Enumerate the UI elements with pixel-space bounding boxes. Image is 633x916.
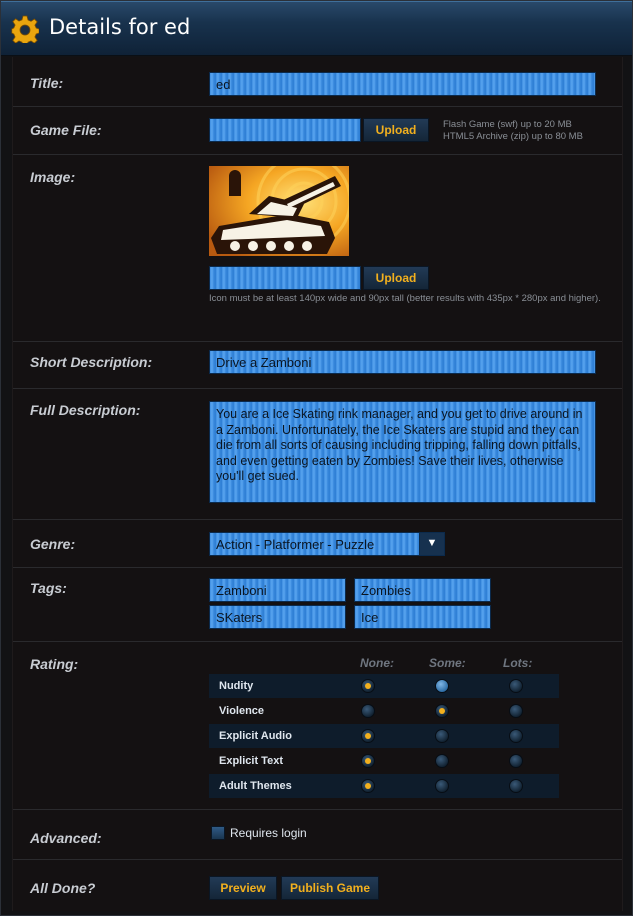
preview-button[interactable]: Preview: [209, 876, 277, 900]
selected-dot-icon: [365, 783, 371, 789]
game-file-upload-button[interactable]: Upload: [363, 118, 429, 142]
title-row: Title: ed: [13, 57, 622, 107]
selected-dot-icon: [439, 708, 445, 714]
nudity-some-radio[interactable]: [435, 679, 449, 693]
requires-login-checkbox[interactable]: [211, 826, 225, 840]
nudity-lots-radio[interactable]: [509, 679, 523, 693]
rating-column-some: Some:: [429, 656, 466, 670]
gear-icon: [11, 15, 39, 43]
selected-dot-icon: [365, 758, 371, 764]
game-file-label: Game File:: [30, 122, 102, 138]
publish-game-button[interactable]: Publish Game: [281, 876, 379, 900]
genre-row: Genre: Action - Platformer - Puzzle ▼: [13, 520, 622, 568]
tag-input-2[interactable]: Zombies: [354, 578, 491, 602]
tags-label: Tags:: [30, 580, 67, 596]
rating-row-violence: Violence: [209, 699, 559, 723]
rating-column-lots: Lots:: [503, 656, 533, 670]
header-bar: Details for ed: [1, 1, 632, 56]
details-window: Details for ed Title: ed Game File: Uplo…: [0, 0, 633, 916]
rating-row-label: Explicit Text: [219, 755, 283, 767]
tag-input-4[interactable]: Ice: [354, 605, 491, 629]
image-row: Image: Upload Icon must be at least 140p…: [13, 155, 622, 342]
adult-themes-some-radio[interactable]: [435, 779, 449, 793]
rating-row-explicit-text: Explicit Text: [209, 749, 559, 773]
violence-lots-radio[interactable]: [509, 704, 523, 718]
rating-row-explicit-audio: Explicit Audio: [209, 724, 559, 748]
image-upload-button[interactable]: Upload: [363, 266, 429, 290]
genre-select[interactable]: Action - Platformer - Puzzle ▼: [209, 532, 445, 556]
title-label: Title:: [30, 75, 64, 91]
advanced-label: Advanced:: [30, 830, 102, 846]
tag-input-3[interactable]: SKaters: [209, 605, 346, 629]
chevron-down-icon[interactable]: ▼: [419, 533, 444, 555]
rating-row-label: Nudity: [219, 680, 254, 692]
game-file-input[interactable]: [209, 118, 361, 142]
all-done-label: All Done?: [30, 880, 96, 896]
adult-themes-none-radio[interactable]: [361, 779, 375, 793]
full-description-textarea[interactable]: You are a Ice Skating rink manager, and …: [209, 401, 596, 503]
game-file-row: Game File: Upload Flash Game (swf) up to…: [13, 107, 622, 155]
explicit-text-lots-radio[interactable]: [509, 754, 523, 768]
short-description-row: Short Description: Drive a Zamboni: [13, 342, 622, 389]
rating-row-adult-themes: Adult Themes: [209, 774, 559, 798]
image-label: Image:: [30, 169, 76, 185]
game-file-hint-2: HTML5 Archive (zip) up to 80 MB: [443, 131, 583, 142]
game-file-hint-1: Flash Game (swf) up to 20 MB: [443, 119, 572, 130]
explicit-audio-some-radio[interactable]: [435, 729, 449, 743]
tags-row: Tags: Zamboni Zombies SKaters Ice: [13, 568, 622, 642]
game-thumbnail-image: [209, 166, 349, 256]
title-input[interactable]: ed: [209, 72, 596, 96]
adult-themes-lots-radio[interactable]: [509, 779, 523, 793]
tag-input-1[interactable]: Zamboni: [209, 578, 346, 602]
short-description-label: Short Description:: [30, 354, 153, 370]
violence-none-radio[interactable]: [361, 704, 375, 718]
full-description-label: Full Description:: [30, 402, 141, 418]
rating-row-label: Explicit Audio: [219, 730, 292, 742]
image-hint: Icon must be at least 140px wide and 90p…: [209, 293, 601, 304]
selected-dot-icon: [365, 733, 371, 739]
advanced-row: Advanced: Requires login: [13, 810, 622, 860]
short-description-input[interactable]: Drive a Zamboni: [209, 350, 596, 374]
rating-row-label: Adult Themes: [219, 780, 292, 792]
explicit-audio-lots-radio[interactable]: [509, 729, 523, 743]
rating-row-nudity: Nudity: [209, 674, 559, 698]
all-done-row: All Done? Preview Publish Game: [13, 860, 622, 910]
rating-label: Rating:: [30, 656, 79, 672]
rating-row: Rating: None: Some: Lots: Nudity Violenc…: [13, 642, 622, 810]
details-form: Title: ed Game File: Upload Flash Game (…: [12, 57, 623, 911]
image-file-input[interactable]: [209, 266, 361, 290]
selected-dot-icon: [365, 683, 371, 689]
page-title: Details for ed: [49, 15, 191, 39]
requires-login-label: Requires login: [230, 826, 307, 840]
explicit-text-none-radio[interactable]: [361, 754, 375, 768]
rating-row-label: Violence: [219, 705, 265, 717]
genre-label: Genre:: [30, 536, 76, 552]
rating-column-none: None:: [360, 656, 394, 670]
explicit-text-some-radio[interactable]: [435, 754, 449, 768]
genre-selected-value: Action - Platformer - Puzzle: [216, 537, 375, 552]
explicit-audio-none-radio[interactable]: [361, 729, 375, 743]
nudity-none-radio[interactable]: [361, 679, 375, 693]
violence-some-radio[interactable]: [435, 704, 449, 718]
full-description-row: Full Description: You are a Ice Skating …: [13, 389, 622, 520]
